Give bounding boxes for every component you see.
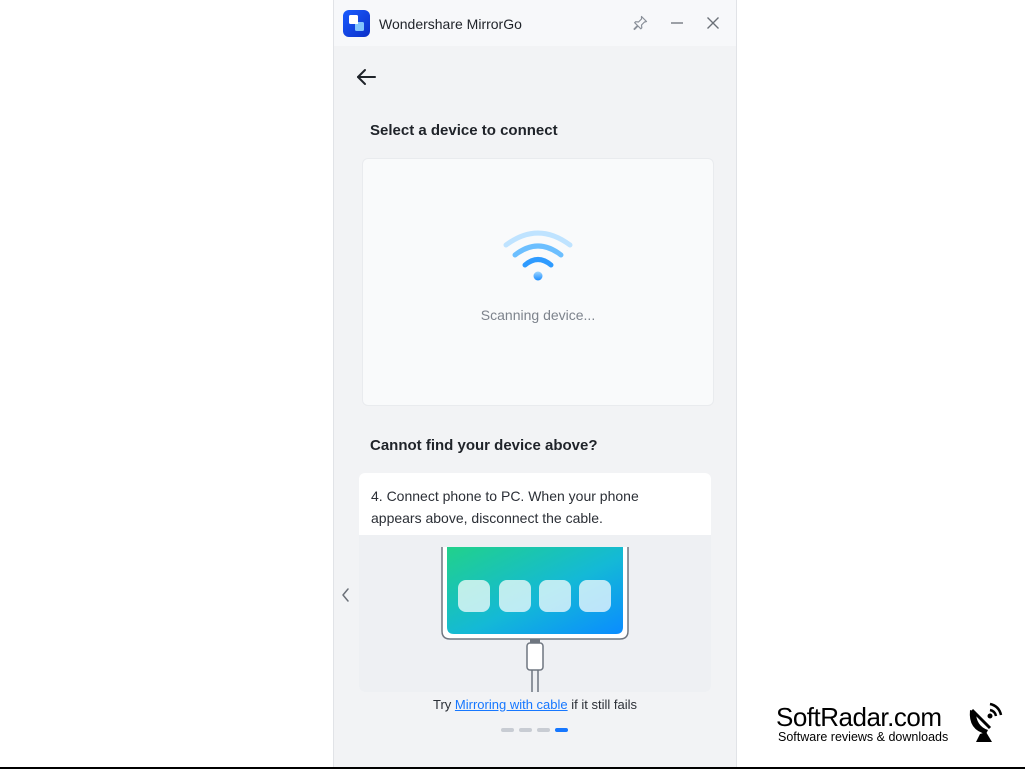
app-title: Wondershare MirrorGo xyxy=(379,16,522,32)
watermark-tagline: Software reviews & downloads xyxy=(778,730,949,744)
device-scan-panel: Scanning device... xyxy=(362,158,714,406)
troubleshoot-heading: Cannot find your device above? xyxy=(370,437,598,454)
carousel-prev-button[interactable] xyxy=(338,585,354,605)
pin-icon xyxy=(633,15,648,31)
help-step-text: 4. Connect phone to PC. When your phone … xyxy=(371,488,639,526)
title-bar[interactable]: Wondershare MirrorGo xyxy=(334,0,736,46)
close-icon xyxy=(707,17,719,29)
carousel-dot-3[interactable] xyxy=(537,728,550,732)
satellite-dish-icon xyxy=(969,702,1003,742)
help-step-card: 4. Connect phone to PC. When your phone … xyxy=(359,473,711,692)
carousel-dot-4[interactable] xyxy=(555,728,568,732)
pin-button[interactable] xyxy=(629,12,651,34)
carousel-indicator xyxy=(501,728,571,733)
mirroring-with-cable-link[interactable]: Mirroring with cable xyxy=(455,697,568,712)
close-button[interactable] xyxy=(702,12,724,34)
arrow-left-icon xyxy=(357,69,376,85)
back-button[interactable] xyxy=(354,64,380,90)
minimize-icon xyxy=(671,22,683,24)
wifi-icon xyxy=(503,230,573,281)
watermark-name: SoftRadar.com xyxy=(776,702,942,732)
chevron-left-icon xyxy=(342,588,349,602)
phone-with-usb-cable-illustration xyxy=(359,535,711,692)
softradar-watermark: SoftRadar.com Software reviews & downloa… xyxy=(776,700,1016,750)
mirrorgo-window: Wondershare MirrorGo Select a device to … xyxy=(334,0,736,767)
carousel-dot-2[interactable] xyxy=(519,728,532,732)
carousel-dot-1[interactable] xyxy=(501,728,514,732)
mirroring-hint: Try Mirroring with cable if it still fai… xyxy=(334,697,736,712)
scanning-status: Scanning device... xyxy=(480,307,596,323)
app-logo xyxy=(343,10,370,37)
select-device-heading: Select a device to connect xyxy=(370,122,558,139)
hint-prefix: Try xyxy=(433,697,455,712)
hint-suffix: if it still fails xyxy=(567,697,637,712)
minimize-button[interactable] xyxy=(666,12,688,34)
